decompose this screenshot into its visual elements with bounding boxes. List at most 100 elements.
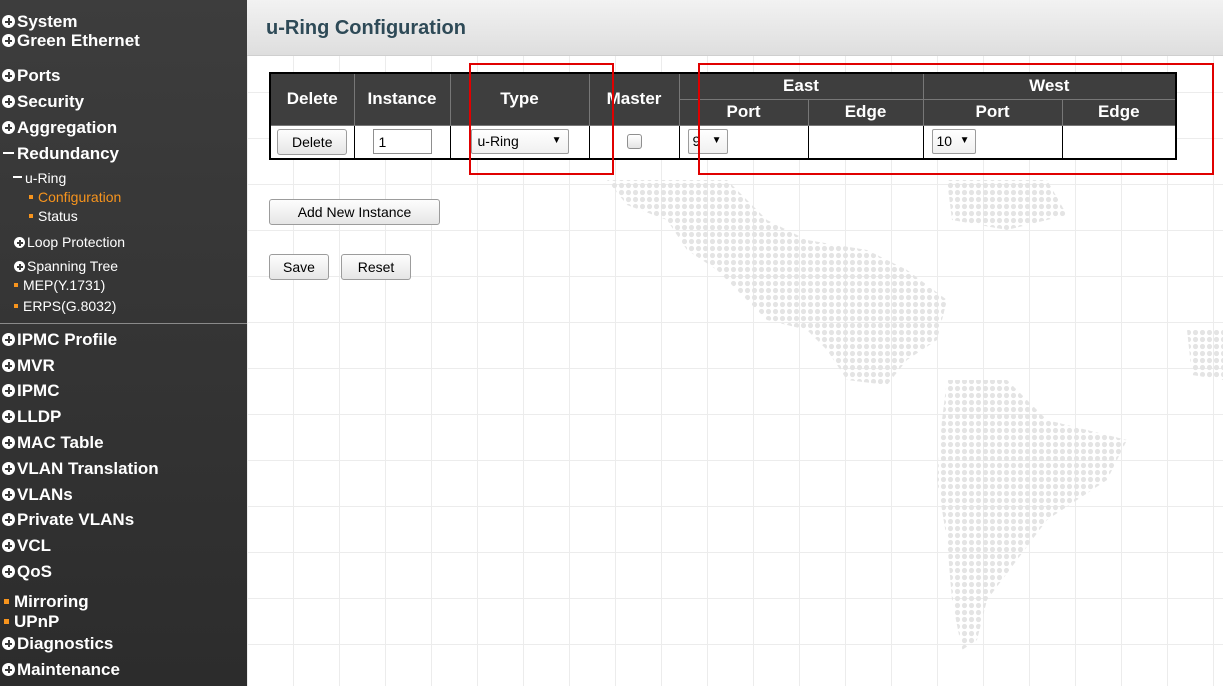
delete-button[interactable]: Delete: [277, 128, 348, 155]
sidebar-item-spanning-tree[interactable]: Spanning Tree: [14, 258, 118, 275]
sidebar-item-label: Aggregation: [17, 118, 118, 137]
sidebar-item-vlan-translation[interactable]: VLAN Translation: [2, 459, 159, 479]
sidebar-item-label: IPMC: [17, 381, 60, 400]
sidebar-item-green-ethernet[interactable]: Green Ethernet: [2, 31, 140, 51]
sidebar-item-lldp[interactable]: LLDP: [2, 407, 61, 427]
east-port-select[interactable]: 9 ▼: [687, 129, 728, 155]
sidebar-item-loop-protection[interactable]: Loop Protection: [14, 234, 125, 251]
expand-plus-icon: [2, 637, 15, 650]
col-header-type: Type: [449, 72, 590, 126]
chevron-down-icon: ▼: [551, 135, 562, 147]
main-content: u-Ring Configuration Delete Instance Typ…: [247, 0, 1223, 686]
expand-plus-icon: [2, 565, 15, 578]
type-select[interactable]: u-Ring ▼: [470, 129, 569, 155]
sidebar-item-label: Green Ethernet: [17, 31, 140, 50]
sidebar-item-label: Ports: [17, 66, 61, 85]
expand-plus-icon: [2, 384, 15, 397]
cell-west-edge: [1061, 124, 1177, 160]
expand-plus-icon: [2, 34, 15, 47]
sidebar-item-label: ERPS(G.8032): [23, 298, 117, 314]
sidebar-item-qos[interactable]: QoS: [2, 562, 52, 582]
cell-west-port: 10 ▼: [922, 124, 1063, 160]
type-select-value: u-Ring: [477, 133, 519, 150]
sidebar-item-mvr[interactable]: MVR: [2, 356, 55, 376]
expand-plus-icon: [2, 513, 15, 526]
sidebar-item-label: MEP(Y.1731): [23, 277, 106, 293]
col-header-master: Master: [588, 72, 680, 126]
add-new-instance-button[interactable]: Add New Instance: [269, 199, 440, 225]
sidebar-item-label: UPnP: [14, 612, 60, 631]
u-ring-table: Delete Instance Type Master East West Po…: [269, 72, 1177, 160]
sidebar-item-upnp[interactable]: UPnP: [4, 612, 59, 632]
cell-type: u-Ring ▼: [449, 124, 590, 160]
sidebar-item-label: VCL: [17, 536, 51, 555]
sidebar-item-label: VLAN Translation: [17, 459, 159, 478]
col-header-east-port: Port: [678, 98, 809, 126]
collapse-minus-icon: [3, 152, 14, 154]
sidebar-item-ipmc-profile[interactable]: IPMC Profile: [2, 330, 117, 350]
expand-plus-icon: [14, 261, 25, 272]
west-port-select[interactable]: 10 ▼: [931, 129, 976, 155]
col-header-instance: Instance: [353, 72, 451, 126]
sidebar-item-private-vlans[interactable]: Private VLANs: [2, 510, 134, 530]
expand-plus-icon: [2, 488, 15, 501]
sidebar-item-label: Loop Protection: [27, 234, 126, 250]
sidebar-item-u-ring[interactable]: u-Ring: [13, 170, 66, 187]
col-header-west-port: Port: [922, 98, 1063, 126]
sidebar-item-label: System: [17, 12, 78, 31]
save-button[interactable]: Save: [269, 254, 329, 280]
sidebar-item-vlans[interactable]: VLANs: [2, 485, 73, 505]
page-title: u-Ring Configuration: [266, 17, 466, 39]
bullet-icon: [14, 283, 18, 287]
sidebar-item-ports[interactable]: Ports: [2, 66, 60, 86]
sidebar-item-status[interactable]: Status: [29, 208, 78, 225]
sidebar-item-system[interactable]: System: [2, 12, 77, 32]
sidebar-item-maintenance[interactable]: Maintenance: [2, 660, 120, 680]
sidebar-item-label: Maintenance: [17, 660, 120, 679]
sidebar-item-label: Diagnostics: [17, 634, 114, 653]
sidebar-item-diagnostics[interactable]: Diagnostics: [2, 634, 113, 654]
expand-plus-icon: [2, 121, 15, 134]
sidebar-item-aggregation[interactable]: Aggregation: [2, 118, 117, 138]
sidebar-item-mep[interactable]: MEP(Y.1731): [14, 277, 105, 294]
cell-instance: [353, 124, 451, 160]
sidebar-nav: System Green Ethernet Ports Security Agg…: [0, 0, 247, 686]
title-bar: u-Ring Configuration: [247, 0, 1223, 56]
col-header-west: West: [922, 72, 1177, 100]
expand-plus-icon: [2, 663, 15, 676]
sidebar-item-label: Configuration: [38, 189, 122, 205]
bullet-icon: [4, 619, 9, 624]
sidebar-item-redundancy[interactable]: Redundancy: [3, 144, 119, 164]
table-row: Delete u-Ring ▼ 9 ▼: [269, 124, 1177, 160]
sidebar-item-label: VLANs: [17, 485, 73, 504]
sidebar-item-label: MAC Table: [17, 433, 104, 452]
reset-button[interactable]: Reset: [341, 254, 411, 280]
cell-east-edge: [807, 124, 924, 160]
sidebar-item-label: Spanning Tree: [27, 258, 119, 274]
sidebar-item-ipmc[interactable]: IPMC: [2, 381, 60, 401]
master-checkbox[interactable]: [626, 134, 642, 150]
expand-plus-icon: [14, 237, 25, 248]
sidebar-item-erps[interactable]: ERPS(G.8032): [14, 298, 116, 315]
col-header-east: East: [678, 72, 924, 100]
sidebar-item-mirroring[interactable]: Mirroring: [4, 592, 89, 612]
bullet-icon: [29, 195, 33, 199]
cell-delete: Delete: [269, 124, 355, 160]
cell-master: [588, 124, 680, 160]
sidebar-item-mac-table[interactable]: MAC Table: [2, 433, 104, 453]
chevron-down-icon: ▼: [711, 135, 722, 147]
collapse-minus-icon: [13, 176, 22, 178]
expand-plus-icon: [2, 95, 15, 108]
sidebar-item-vcl[interactable]: VCL: [2, 536, 51, 556]
sidebar-item-configuration[interactable]: Configuration: [29, 189, 121, 206]
expand-plus-icon: [2, 462, 15, 475]
west-port-select-value: 10: [936, 133, 953, 150]
sidebar-item-label: LLDP: [17, 407, 62, 426]
sidebar-item-label: Security: [17, 92, 85, 111]
sidebar-item-label: Status: [38, 208, 78, 224]
sidebar-item-label: Private VLANs: [17, 510, 135, 529]
col-header-west-edge: Edge: [1061, 98, 1177, 126]
sidebar-item-security[interactable]: Security: [2, 92, 84, 112]
instance-input[interactable]: [372, 129, 432, 155]
east-port-select-value: 9: [692, 133, 701, 150]
